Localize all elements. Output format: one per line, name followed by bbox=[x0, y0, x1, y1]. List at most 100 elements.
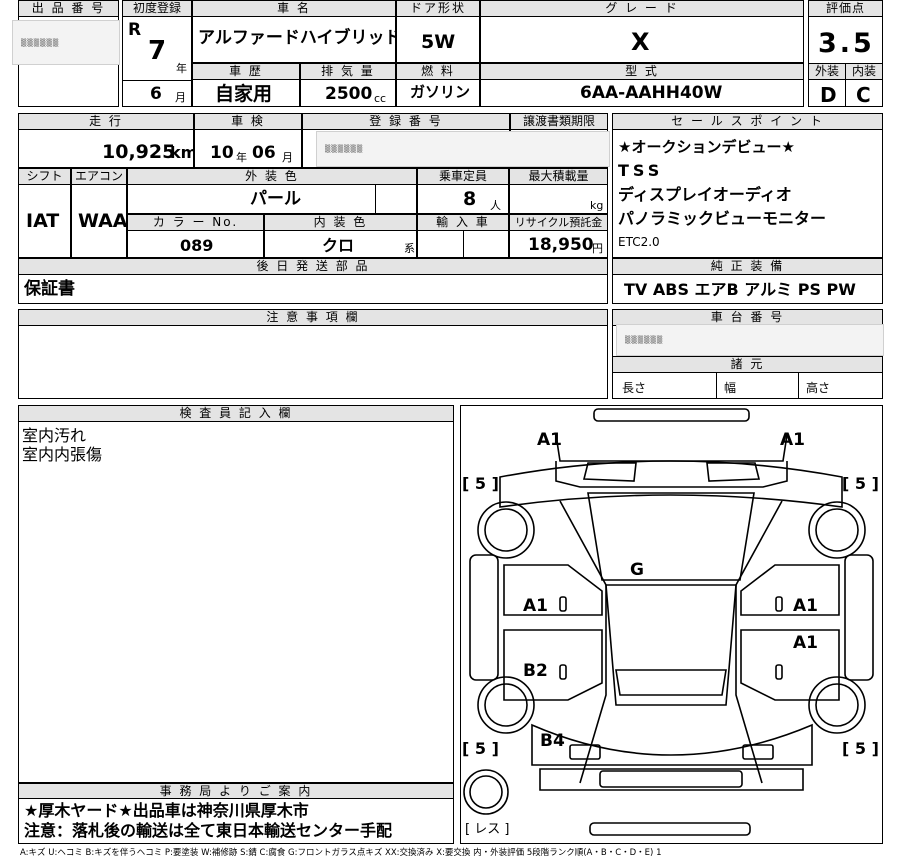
car-name-value: アルファードハイブリッド bbox=[198, 28, 402, 48]
inspection-month: 06 bbox=[252, 143, 276, 163]
era-value: R bbox=[128, 20, 142, 40]
int-color-unit: 系 bbox=[404, 242, 415, 255]
legend-text: A:キズ U:ヘコミ B:キズを伴うヘコミ P:要塗装 W:補修跡 S:錆 C:… bbox=[20, 848, 662, 858]
door-header: ドア形状 bbox=[396, 0, 480, 17]
fuel-value: ガソリン bbox=[410, 83, 471, 101]
mileage-value: 10,925 bbox=[102, 141, 176, 163]
recycle-value: 18,950 bbox=[528, 235, 594, 255]
month-value: 6 bbox=[150, 84, 162, 104]
displacement-value: 2500 bbox=[325, 84, 373, 104]
right-rear-door-shape bbox=[740, 629, 840, 701]
spec-split-1 bbox=[716, 372, 717, 399]
roof-shape bbox=[605, 584, 737, 706]
sales-point-header: セ ー ル ス ポ イ ン ト bbox=[612, 113, 883, 130]
spec-split-2 bbox=[798, 372, 799, 399]
ext-color-value: パール bbox=[250, 189, 301, 209]
front-bumper-shape bbox=[593, 408, 750, 422]
year-unit: 年 bbox=[176, 62, 187, 75]
spec-height-label: 高さ bbox=[806, 381, 831, 395]
max-load-header: 最大積載量 bbox=[509, 168, 608, 185]
spec-length-label: 長さ bbox=[622, 381, 647, 395]
mark-front-door-left: A1 bbox=[523, 596, 548, 616]
mark-front-right: A1 bbox=[780, 430, 805, 450]
rear-plate-shape bbox=[599, 770, 743, 788]
windshield-shape bbox=[587, 492, 755, 581]
roof-left-line bbox=[559, 500, 607, 784]
first-registration-header: 初度登録 bbox=[122, 0, 192, 17]
score-value: 3.5 bbox=[818, 28, 875, 59]
inspector-note-1: 室内汚れ bbox=[22, 426, 87, 445]
notes-header: 注 意 事 項 欄 bbox=[18, 309, 608, 326]
sales-point-2: TSS bbox=[618, 161, 664, 180]
mileage-header: 走 行 bbox=[18, 113, 194, 130]
inspection-month-unit: 月 bbox=[282, 151, 293, 164]
right-front-tire-shape bbox=[808, 501, 866, 559]
office-note-1: ★厚木ヤード★出品車は神奈川県厚木市 bbox=[24, 801, 309, 820]
ext-color-header: 外 装 色 bbox=[127, 168, 417, 185]
lot-number-header: 出 品 番 号 bbox=[18, 0, 119, 17]
mark-rear-left: B4 bbox=[540, 731, 565, 751]
car-diagram bbox=[463, 408, 874, 836]
shift-value: IAT bbox=[26, 210, 60, 232]
registration-header: 登 録 番 号 bbox=[302, 113, 510, 130]
ext-color-split bbox=[375, 185, 376, 214]
left-front-tire-shape bbox=[477, 501, 535, 559]
displacement-header: 排 気 量 bbox=[300, 63, 396, 80]
rear-lower-bumper bbox=[589, 822, 751, 836]
genuine-header: 純 正 装 備 bbox=[612, 258, 883, 275]
int-color-value: クロ bbox=[322, 236, 355, 255]
sales-point-4: パノラミックビューモニター bbox=[618, 209, 827, 228]
right-headlight-shape bbox=[706, 462, 761, 482]
right-tail-light bbox=[742, 744, 774, 760]
grade-value: X bbox=[631, 28, 650, 56]
genuine-value: TV ABS エアB アルミ PS PW bbox=[624, 280, 856, 299]
transfer-header: 譲渡書類期限 bbox=[510, 113, 608, 130]
mark-windshield: G bbox=[630, 560, 644, 580]
rear-window-shape bbox=[615, 669, 727, 696]
capacity-value: 8 bbox=[463, 188, 477, 210]
left-front-door-shape bbox=[503, 564, 603, 616]
sales-point-1: ★オークションデビュー★ bbox=[618, 138, 795, 156]
left-door-handle-2 bbox=[559, 664, 567, 680]
mark-front-door-right: A1 bbox=[793, 596, 818, 616]
sales-point-5: ETC2.0 bbox=[618, 235, 660, 249]
mark-right-front-tire: [ 5 ] bbox=[842, 474, 879, 493]
exterior-value: D bbox=[820, 83, 837, 107]
aircon-value: WAA bbox=[78, 210, 128, 232]
shift-header: シフト bbox=[18, 168, 71, 185]
capacity-unit: 人 bbox=[490, 199, 501, 212]
mark-rear-door-left: B2 bbox=[523, 661, 548, 681]
int-color-header: 内 装 色 bbox=[264, 214, 417, 231]
left-door-handle-1 bbox=[559, 596, 567, 612]
car-name-header: 車 名 bbox=[192, 0, 396, 17]
body-outline-shape bbox=[499, 460, 843, 508]
import-header: 輸 入 車 bbox=[417, 214, 509, 231]
right-door-handle-1 bbox=[775, 596, 783, 612]
door-value: 5W bbox=[421, 31, 456, 53]
month-unit: 月 bbox=[175, 91, 186, 104]
later-parts-header: 後 日 発 送 部 品 bbox=[18, 258, 608, 275]
color-no-value: 089 bbox=[180, 236, 214, 255]
mark-spare: [ レス ] bbox=[465, 822, 510, 837]
recycle-header: リサイクル預託金 bbox=[509, 214, 608, 231]
roof-right-line bbox=[735, 500, 783, 784]
right-front-door-shape bbox=[740, 564, 840, 616]
score-split bbox=[845, 63, 846, 107]
inspector-note-2: 室内内張傷 bbox=[22, 445, 103, 464]
interior-value: C bbox=[856, 83, 871, 107]
history-header: 車 歴 bbox=[192, 63, 300, 80]
aircon-header: エアコン bbox=[71, 168, 127, 185]
color-no-header: カ ラ ー No. bbox=[127, 214, 264, 231]
history-value: 自家用 bbox=[215, 83, 273, 105]
recycle-unit: 円 bbox=[592, 242, 603, 255]
spec-width-label: 幅 bbox=[724, 381, 737, 395]
chassis-redacted: ▒▒▒▒▒▒ bbox=[616, 324, 884, 356]
fuel-header: 燃 料 bbox=[396, 63, 480, 80]
mark-right-rear-tire: [ 5 ] bbox=[842, 739, 879, 758]
registration-redacted: ▒▒▒▒▒▒ bbox=[316, 131, 610, 167]
grade-header: グ レ ー ド bbox=[480, 0, 804, 17]
lot-number-redacted: ▒▒▒▒▒▒ bbox=[12, 20, 120, 65]
later-parts-value: 保証書 bbox=[24, 279, 75, 299]
left-rear-tire-shape bbox=[477, 676, 535, 734]
right-side-step bbox=[844, 554, 874, 681]
